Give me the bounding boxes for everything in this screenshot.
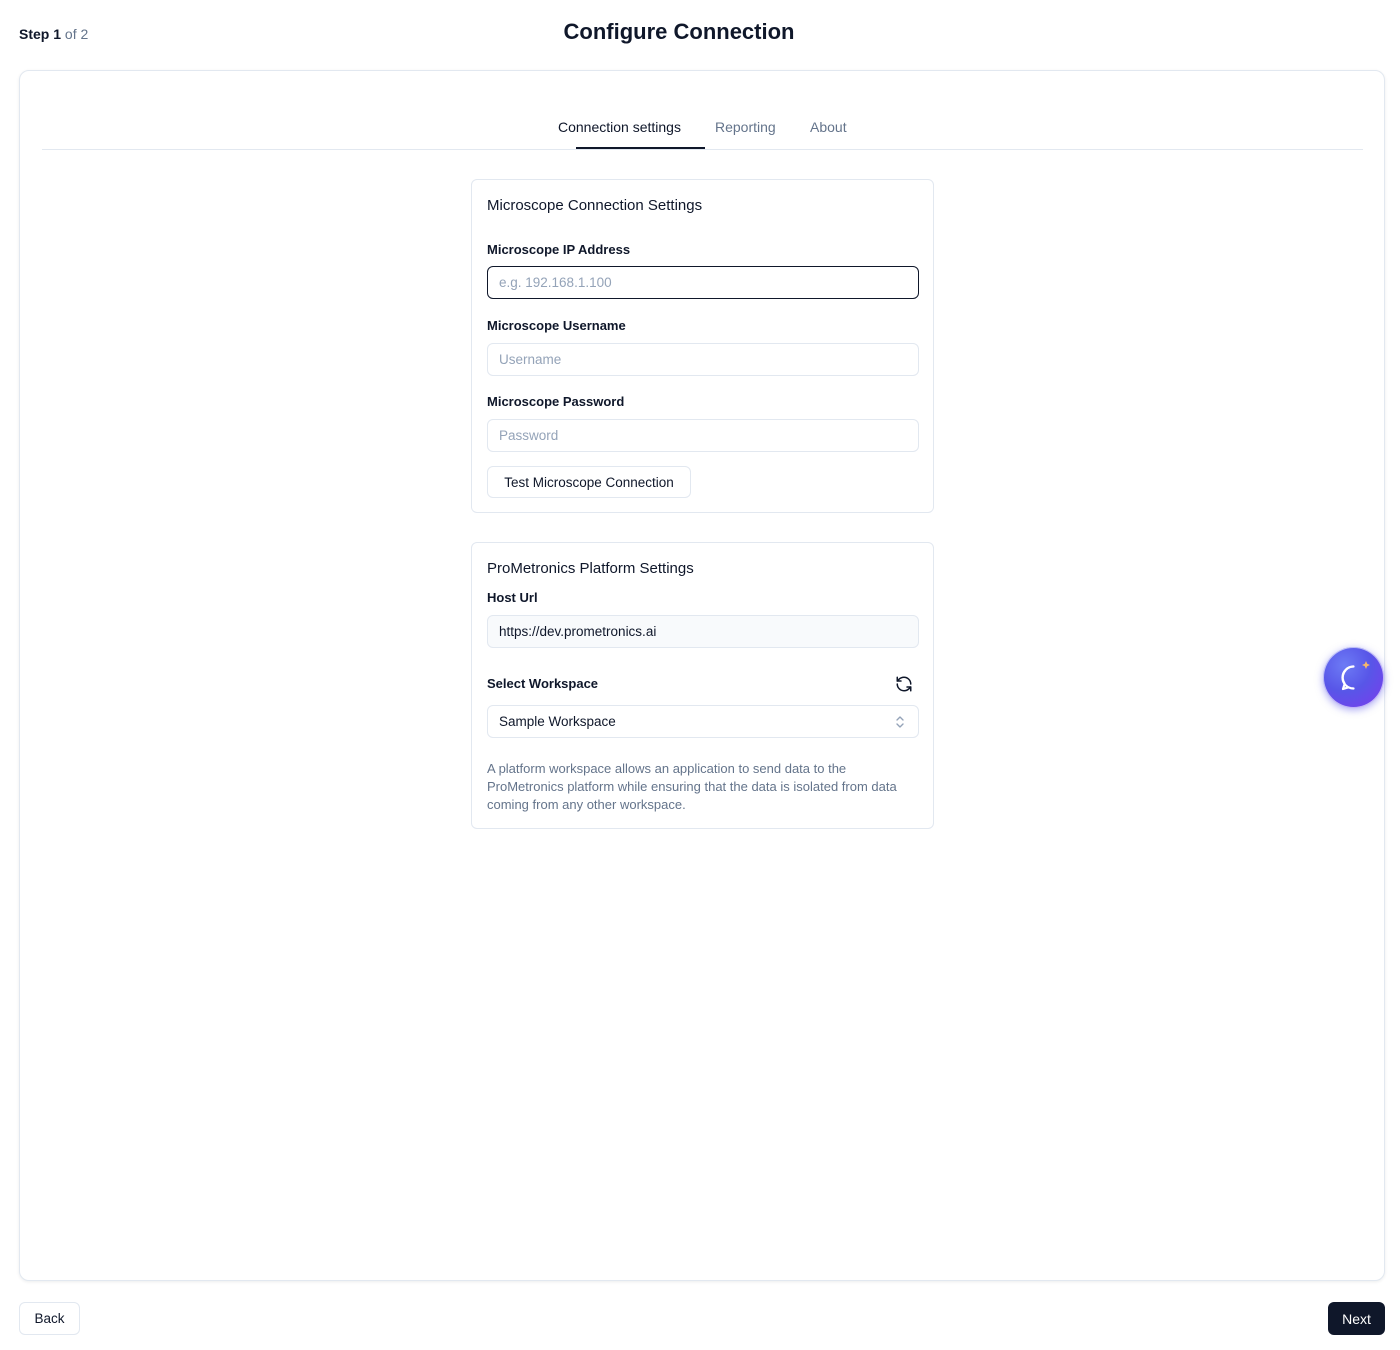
page-title: Configure Connection: [563, 19, 795, 44]
tab-connection-settings[interactable]: Connection settings: [558, 119, 681, 148]
password-label: Microscope Password: [487, 394, 625, 409]
next-button[interactable]: Next: [1328, 1302, 1385, 1335]
refresh-icon[interactable]: [895, 675, 913, 693]
back-button[interactable]: Back: [19, 1302, 80, 1335]
platform-section-title: ProMetronics Platform Settings: [487, 560, 694, 577]
ip-address-label: Microscope IP Address: [487, 242, 631, 257]
host-url-input[interactable]: [487, 615, 919, 648]
microscope-section-title: Microscope Connection Settings: [487, 197, 703, 214]
workspace-help-text: A platform workspace allows an applicati…: [487, 761, 897, 812]
chat-bubble-sparkle-icon: [1341, 661, 1370, 691]
workspace-label: Select Workspace: [487, 676, 599, 691]
username-label: Microscope Username: [487, 318, 626, 333]
tab-about[interactable]: About: [810, 119, 847, 148]
tab-bar: Connection settings Reporting About: [42, 107, 1363, 150]
workspace-select[interactable]: Sample Workspace: [487, 705, 919, 738]
ip-address-input[interactable]: [487, 266, 919, 299]
host-url-label: Host Url: [487, 590, 538, 605]
platform-settings-section: ProMetronics Platform Settings Host Url …: [471, 542, 934, 829]
chevron-up-down-icon: [895, 715, 905, 729]
password-input[interactable]: [487, 419, 919, 452]
chat-assistant-button[interactable]: [1323, 647, 1384, 708]
microscope-settings-section: Microscope Connection Settings Microscop…: [471, 179, 934, 513]
tab-reporting[interactable]: Reporting: [715, 119, 776, 148]
main-card: Connection settings Reporting About Micr…: [19, 70, 1385, 1281]
workspace-select-value: Sample Workspace: [499, 714, 616, 729]
test-connection-button[interactable]: Test Microscope Connection: [487, 466, 691, 498]
active-tab-indicator: [576, 147, 705, 149]
page-header: Step 1 of 2 Configure Connection: [0, 0, 1400, 70]
username-input[interactable]: [487, 343, 919, 376]
